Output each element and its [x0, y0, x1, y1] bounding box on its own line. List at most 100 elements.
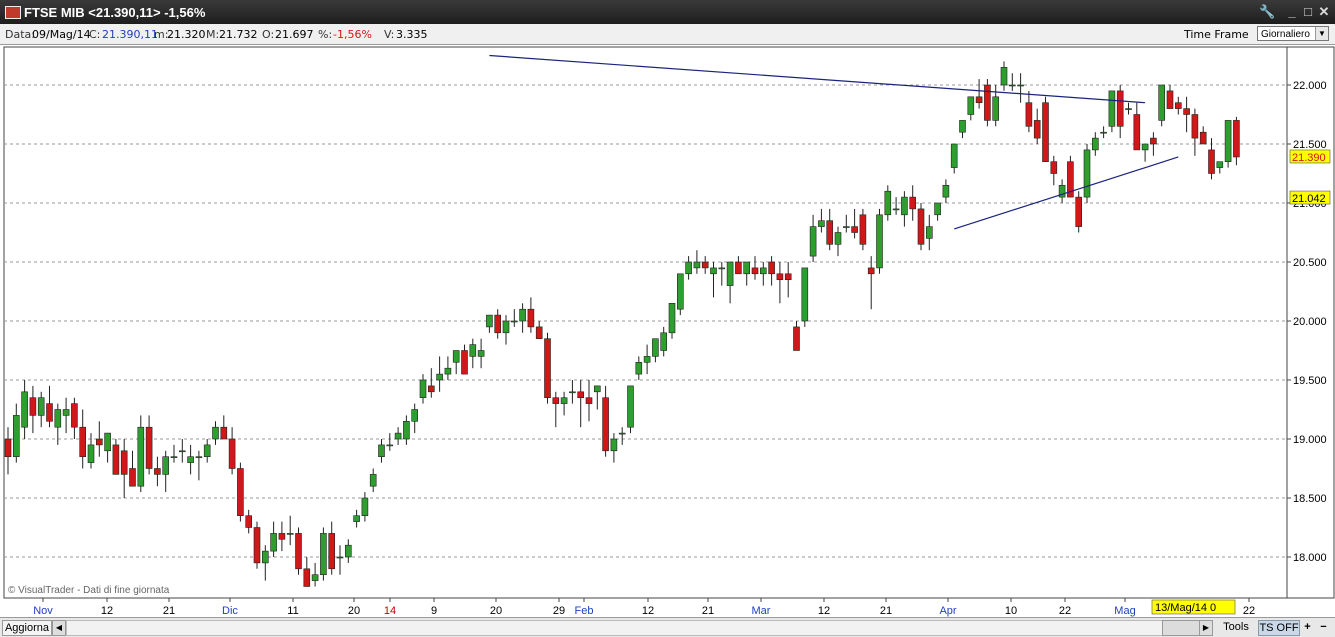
candle-body [461, 350, 468, 375]
candle-body [137, 426, 145, 487]
candle-body [228, 438, 236, 469]
refresh-button[interactable]: Aggiorna [2, 620, 52, 636]
candle-body [494, 314, 502, 334]
x-tick-label: 12 [818, 605, 830, 617]
x-tick-label: Nov [33, 605, 53, 617]
pct-label: %: [318, 28, 333, 41]
x-tick-label: 12 [101, 605, 113, 617]
candle-body [120, 450, 128, 475]
candle-body [444, 367, 452, 375]
horizontal-scrollbar[interactable] [66, 620, 1198, 636]
candle-body [842, 226, 850, 228]
candle-body [320, 533, 327, 575]
scroll-right-icon[interactable]: ▶ [1199, 620, 1213, 636]
maximize-button[interactable]: □ [1300, 4, 1316, 20]
candle-body [1100, 131, 1107, 134]
x-tick-label: 11 [287, 605, 298, 617]
chart-canvas[interactable]: 22.00021.50021.00020.50020.00019.50019.0… [0, 45, 1335, 617]
date-tag: 13/Mag/14 0 [1155, 602, 1216, 614]
candle-body [1216, 161, 1224, 168]
price-chart[interactable]: 22.00021.50021.00020.50020.00019.50019.0… [0, 45, 1335, 617]
ts-toggle[interactable]: TS OFF [1258, 620, 1300, 636]
candle-body [270, 533, 277, 552]
info-bar: Data: 09/Mag/14 C: 21.390,11 m: 21.320 M… [0, 24, 1335, 45]
candle-body [851, 226, 858, 233]
candle-body [876, 214, 883, 269]
candle-body [419, 379, 427, 399]
candle-body [369, 474, 377, 487]
candle-body [1108, 90, 1116, 127]
timeframe-value: Giornaliero [1261, 29, 1310, 40]
candle-body [261, 550, 269, 564]
copyright-note: © VisualTrader - Dati di fine giornata [8, 585, 170, 596]
candle-body [1075, 196, 1082, 227]
candle-body [751, 267, 759, 275]
candle-body [942, 185, 950, 198]
candle-body [29, 397, 37, 416]
x-tick-label: 20 [348, 605, 360, 617]
candle-body [96, 438, 103, 446]
candle-body [1017, 84, 1024, 87]
tools-button[interactable]: Tools [1216, 620, 1256, 634]
candle-body [1166, 90, 1174, 109]
x-tick-label: 22 [1243, 605, 1255, 617]
candle-body [170, 456, 178, 459]
candle-body [959, 120, 966, 133]
chevron-down-icon[interactable]: ▼ [1315, 27, 1328, 40]
y-tick-label: 20.500 [1293, 257, 1327, 269]
candle-body [427, 385, 435, 393]
candle-body [286, 533, 294, 535]
candle-body [1092, 137, 1099, 151]
tools-icon[interactable]: 🔧 [1259, 4, 1275, 20]
close-value: 21.390,11 [102, 28, 158, 41]
zoom-in-button[interactable]: + [1301, 620, 1314, 634]
candle-body [1083, 149, 1091, 198]
candle-body [784, 273, 792, 281]
candle-body [693, 261, 701, 269]
candle-body [892, 208, 900, 211]
candle-body [253, 527, 261, 564]
candle-body [237, 468, 244, 517]
candle-body [378, 444, 385, 457]
candle-body [295, 533, 302, 570]
candle-body [145, 426, 153, 469]
min-value: 21.320 [167, 28, 206, 41]
candle-body [834, 232, 842, 245]
candle-body [1224, 120, 1232, 163]
candle-body [917, 208, 925, 245]
candle-body [718, 267, 726, 270]
candle-body [1008, 84, 1016, 87]
title-bar: FTSE MIB <21.390,11> -1,56% 🔧 _ □ ✕ [0, 0, 1335, 24]
timeframe-select[interactable]: Giornaliero ▼ [1257, 26, 1329, 41]
close-label: C: [89, 28, 101, 41]
close-button[interactable]: ✕ [1316, 4, 1332, 20]
minimize-button[interactable]: _ [1284, 4, 1300, 20]
zoom-out-button[interactable]: − [1317, 620, 1330, 634]
candle-body [477, 350, 485, 357]
x-tick-label: 21 [163, 605, 175, 617]
candle-body [154, 468, 161, 475]
volume-value: 3.335 [396, 28, 428, 41]
x-tick-label: Mag [1114, 605, 1135, 617]
scroll-left-icon[interactable]: ◀ [52, 620, 66, 636]
candle-body [867, 267, 875, 275]
candle-body [104, 432, 111, 452]
candle-body [710, 267, 717, 275]
candle-body [344, 544, 352, 558]
candle-body [652, 338, 659, 357]
x-tick-label: Feb [575, 605, 594, 617]
candle-body [87, 444, 95, 463]
candle-body [569, 391, 576, 394]
candle-body [502, 320, 510, 334]
candle-body [1175, 102, 1182, 109]
candle-body [212, 426, 219, 440]
candle-body [793, 326, 800, 351]
candle-body [71, 403, 78, 428]
candle-body [668, 302, 676, 334]
candle-body [618, 432, 626, 435]
max-value: 21.732 [219, 28, 258, 41]
x-tick-label: 22 [1059, 605, 1071, 617]
candle-body [54, 409, 62, 428]
candle-body [735, 261, 742, 275]
candle-body [768, 261, 775, 275]
